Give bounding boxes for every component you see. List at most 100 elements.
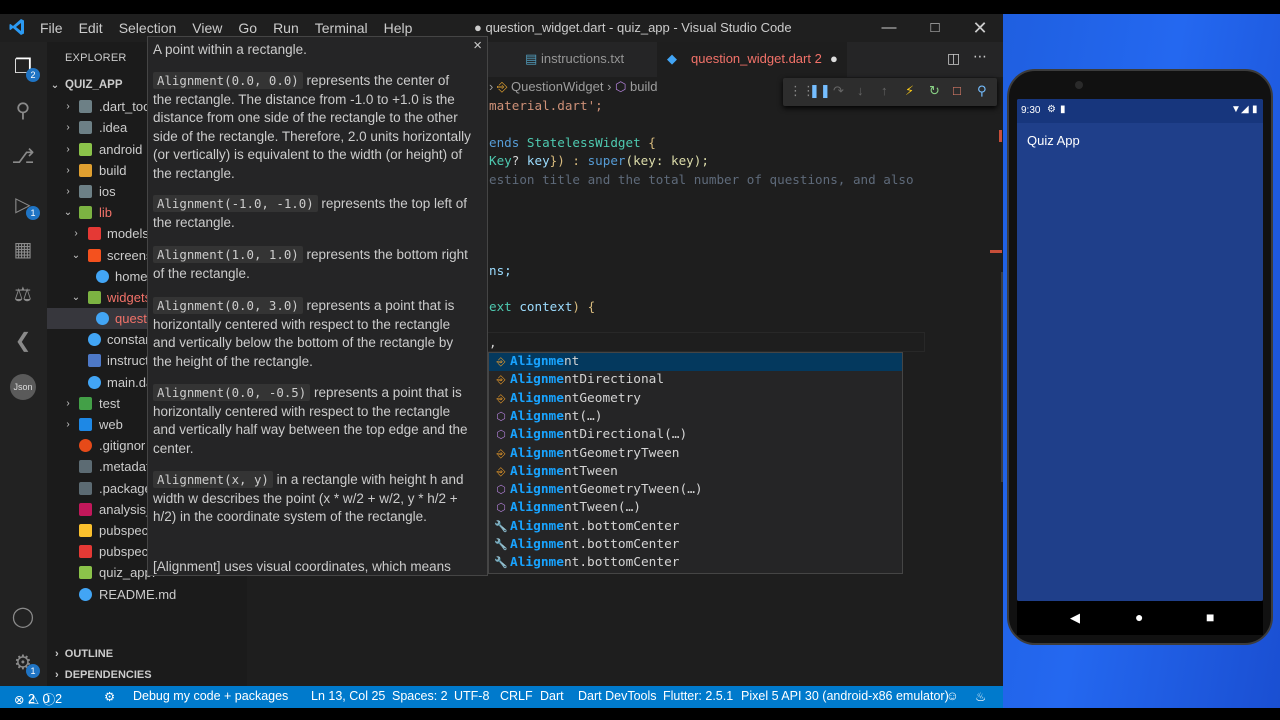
suggestion-item[interactable]: 🔧 Alignment.bottomCenter (489, 536, 902, 554)
code-line: material.dart'; (489, 98, 603, 113)
debug-toolbar: ⋮⋮ ❚❚ ↷ ↓ ↑ ⚡ ↻ □ ⚲ (783, 78, 997, 106)
android-nav-bar: ◀ ● ■ (1017, 601, 1263, 635)
device-selector[interactable]: Pixel 5 API 30 (android-x86 emulator) (741, 689, 949, 703)
code-line: ext context) { (489, 299, 596, 314)
autocomplete-suggestions: ⎆ Alignment ⎆ AlignmentDirectional ⎆ Alignm… (488, 352, 903, 574)
app-bar: Quiz App (1017, 123, 1263, 155)
sidebar-title: EXPLORER (65, 52, 127, 64)
notifications-bell-icon[interactable]: ♨ (975, 689, 986, 704)
top-letterbox (0, 0, 1280, 14)
breadcrumb-method[interactable]: build (630, 79, 657, 94)
debug-config[interactable]: Debug my code + packages (133, 689, 288, 703)
indentation[interactable]: Spaces: 2 (392, 689, 448, 703)
suggestion-item[interactable]: ⎆ AlignmentGeometryTween (489, 445, 902, 463)
scrollbar-error-marker (990, 250, 1002, 253)
flutter-icon[interactable]: ❮ (10, 328, 36, 354)
step-into-icon[interactable]: ↓ (857, 83, 864, 98)
suggestion-item[interactable]: ⎆ AlignmentGeometry (489, 390, 902, 408)
close-popup-icon[interactable]: × (473, 37, 482, 56)
breadcrumb: › ⎆ QuestionWidget › ⬡ build (489, 79, 658, 94)
cursor-position[interactable]: Ln 13, Col 25 (311, 689, 385, 703)
suggestion-item[interactable]: ⎆ AlignmentDirectional (489, 371, 902, 389)
account-icon[interactable]: ◯ (10, 604, 36, 630)
debug-badge: 1 (26, 206, 40, 220)
class-icon: ⎆ (496, 391, 506, 405)
flutter-version[interactable]: Flutter: 2.5.1 (663, 689, 733, 703)
run-debug-icon[interactable]: ▷ 1 (10, 192, 40, 220)
menu-edit[interactable]: Edit (71, 14, 111, 42)
problems-indicator[interactable]: ⊗ 2 ⚠ 0 ⓘ 2 (14, 689, 62, 708)
encoding[interactable]: UTF-8 (454, 689, 489, 703)
dart-file-icon: ◆ (667, 51, 677, 66)
constructor-icon: ⬡ (496, 409, 506, 423)
tab-question-widget[interactable]: ◆ question_widget.dart 2 ● (657, 42, 847, 77)
language-mode[interactable]: Dart (540, 689, 564, 703)
code-line: ns; (489, 263, 512, 278)
android-emulator-panel: 9:30 ⚙ ▮ ▼ ◢ ▮ Quiz App ◀ ● ■ (1003, 14, 1280, 708)
recents-button[interactable]: ■ (1206, 609, 1214, 625)
step-out-icon[interactable]: ↑ (881, 83, 888, 98)
suggestion-item[interactable]: ⎆ Alignment (489, 353, 902, 372)
doc-paragraph: Alignment(0.0, 3.0) represents a point t… (153, 297, 455, 369)
maximize-button[interactable]: □ (912, 14, 958, 42)
suggestion-item[interactable]: ⬡ AlignmentDirectional(…) (489, 426, 902, 444)
feedback-icon[interactable]: ☺ (946, 689, 959, 703)
suggestion-item[interactable]: 🔧 Alignment.bottomCenter (489, 554, 902, 572)
scrollbar-error-marker (999, 130, 1002, 142)
outline-section[interactable]: › OUTLINE (55, 648, 113, 660)
phone-time: 9:30 (1021, 105, 1041, 116)
settings-gear-icon[interactable]: ⚙ 1 (10, 650, 40, 678)
bottom-letterbox (0, 708, 1280, 720)
explorer-badge: 2 (26, 68, 40, 82)
minimize-button[interactable]: — (866, 14, 912, 42)
dart-devtools[interactable]: Dart DevTools (578, 689, 657, 703)
suggestion-item[interactable]: ⬡ AlignmentGeometryTween(…) (489, 481, 902, 499)
doc-summary: A point within a rectangle. (153, 42, 307, 57)
breadcrumb-class[interactable]: QuestionWidget (511, 79, 604, 94)
camera-icon (1075, 81, 1083, 89)
app-title: Quiz App (1027, 133, 1080, 148)
phone-screen: 9:30 ⚙ ▮ ▼ ◢ ▮ Quiz App (1017, 99, 1263, 601)
stop-icon[interactable]: □ (953, 83, 961, 98)
home-button[interactable]: ● (1135, 609, 1143, 625)
code-line[interactable]: , (489, 335, 497, 350)
search-icon[interactable]: ⚲ (10, 98, 36, 124)
menu-file[interactable]: File (32, 14, 71, 42)
sd-card-icon: ▮ (1060, 104, 1066, 115)
suggestion-item[interactable]: ⬡ AlignmentTween(…) (489, 499, 902, 517)
doc-paragraph: Alignment(0.0, -0.5) represents a point … (153, 384, 468, 456)
hot-reload-icon[interactable]: ⚡ (905, 83, 914, 99)
close-window-button[interactable]: ✕ (957, 14, 1003, 42)
settings-status-icon: ⚙ (1047, 104, 1056, 115)
suggestion-item[interactable]: ⎆ AlignmentTween (489, 463, 902, 481)
wrench-icon: 🔧 (494, 556, 508, 570)
back-button[interactable]: ◀ (1070, 610, 1080, 626)
class-icon: ⎆ (496, 464, 506, 478)
class-symbol-icon: ⎆ (496, 79, 508, 94)
suggestion-item[interactable]: 🔧 Alignment.bottomCenter (489, 518, 902, 536)
source-control-icon[interactable]: ⎇ (10, 144, 36, 170)
unsaved-dot-icon[interactable]: ● (830, 42, 838, 76)
tree-item[interactable]: README.md (47, 584, 247, 605)
vscode-logo-icon (9, 19, 24, 35)
pause-icon[interactable]: ❚❚ (809, 83, 831, 99)
current-line-highlight (487, 332, 925, 352)
json-icon[interactable]: Json (10, 374, 36, 400)
step-over-icon[interactable]: ↷ (833, 83, 844, 99)
suggestion-item[interactable]: ⬡ Alignment(…) (489, 408, 902, 426)
more-actions-icon[interactable]: ⋯ (973, 48, 987, 65)
restart-icon[interactable]: ↻ (929, 83, 940, 99)
status-bar: ⊗ 2 ⚠ 0 ⓘ 2 ⚙ Debug my code + packages L… (0, 686, 1003, 708)
wrench-icon: 🔧 (494, 519, 508, 533)
testing-icon[interactable]: ⚖ (10, 282, 36, 308)
class-icon: ⎆ (496, 373, 506, 387)
extensions-icon[interactable]: ▦ (10, 237, 36, 263)
tab-instructions[interactable]: ▤ instructions.txt (507, 42, 657, 77)
explorer-icon[interactable]: ❐ 2 (10, 54, 40, 82)
split-editor-icon[interactable]: ◫ (947, 50, 960, 67)
line-ending[interactable]: CRLF (500, 689, 533, 703)
signal-icon: ◢ (1241, 104, 1249, 115)
dependencies-section[interactable]: › DEPENDENCIES (55, 669, 152, 681)
debug-icon[interactable]: ⚙ (104, 689, 115, 704)
devtools-search-icon[interactable]: ⚲ (977, 83, 987, 99)
